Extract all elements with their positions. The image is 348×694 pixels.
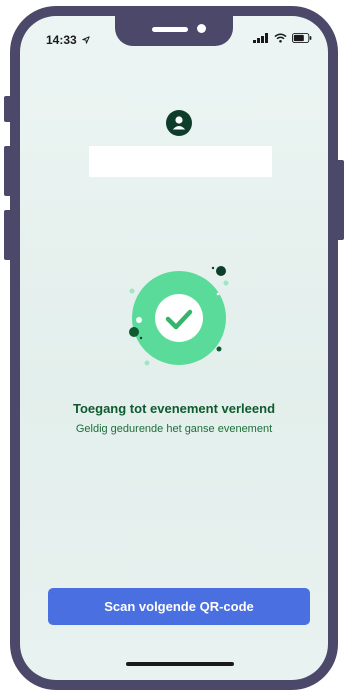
scan-next-qr-button[interactable]: Scan volgende QR-code bbox=[48, 588, 310, 625]
location-arrow-icon bbox=[82, 36, 90, 44]
decor-dot-6 bbox=[136, 317, 142, 323]
decor-dot-7 bbox=[129, 327, 139, 337]
signal-icon bbox=[253, 33, 268, 43]
speaker bbox=[152, 27, 188, 32]
side-button-left-3 bbox=[4, 210, 12, 260]
status-time-text: 14:33 bbox=[46, 33, 77, 47]
battery-icon bbox=[292, 33, 312, 43]
attendee-name-field bbox=[89, 146, 272, 177]
decor-dot-5 bbox=[129, 288, 135, 294]
home-indicator[interactable] bbox=[126, 662, 234, 666]
notch bbox=[115, 16, 233, 46]
success-inner-circle bbox=[155, 294, 203, 342]
wifi-icon bbox=[274, 33, 287, 43]
phone-screen: 14:33 Toegang tot evenement verleend Gel… bbox=[20, 16, 328, 680]
decor-dot-2 bbox=[211, 266, 215, 270]
result-title: Toegang tot evenement verleend bbox=[72, 401, 276, 416]
decor-dot-4 bbox=[216, 292, 220, 296]
person-icon bbox=[172, 116, 186, 130]
decor-dot-8 bbox=[139, 336, 143, 340]
camera bbox=[197, 24, 206, 33]
decor-dot-9 bbox=[144, 360, 150, 366]
decor-dot-1 bbox=[216, 266, 226, 276]
avatar bbox=[166, 110, 192, 136]
status-icons bbox=[253, 33, 312, 43]
result-subtitle: Geldig gedurende het ganse evenement bbox=[75, 423, 273, 435]
decor-dot-3 bbox=[223, 280, 229, 286]
decor-dot-10 bbox=[216, 346, 222, 352]
side-button-right bbox=[336, 160, 344, 240]
status-time: 14:33 bbox=[46, 33, 90, 47]
side-button-left-2 bbox=[4, 146, 12, 196]
side-button-left-1 bbox=[4, 96, 12, 122]
success-illustration bbox=[129, 266, 229, 366]
